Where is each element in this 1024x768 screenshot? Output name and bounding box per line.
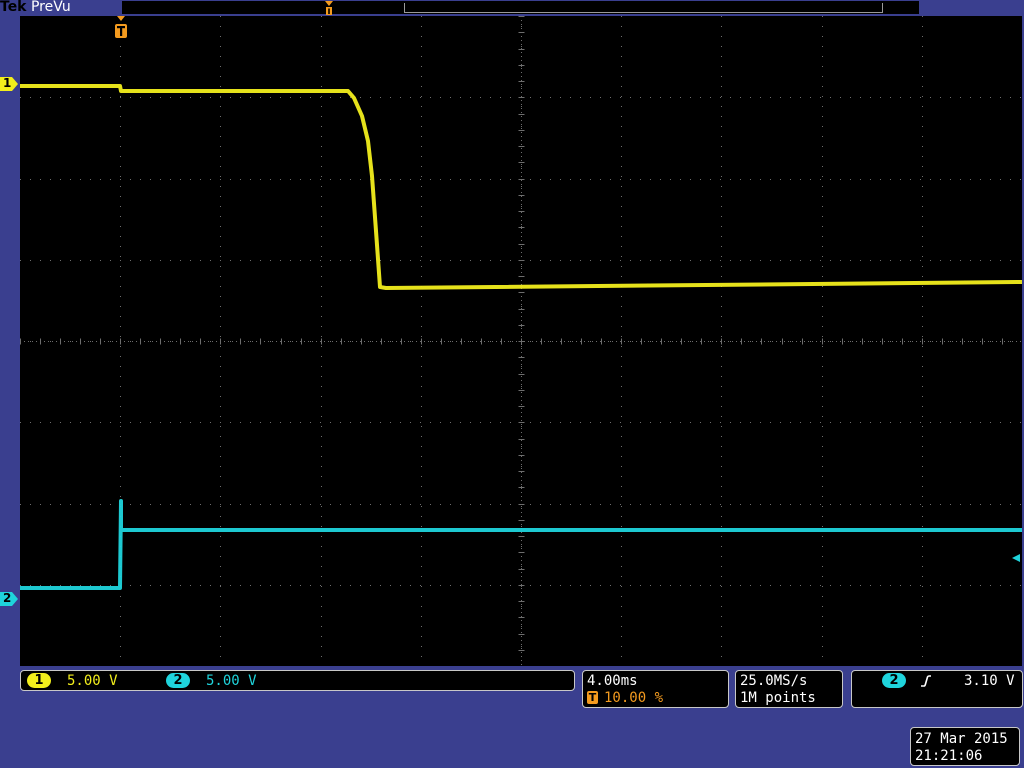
acquisition-mode: PreVu — [27, 0, 71, 15]
rising-edge-icon — [921, 675, 931, 687]
ch2-scale: 5.00 V — [206, 673, 257, 689]
brand-name: Tek — [0, 0, 27, 15]
sample-rate: 25.0MS/s — [740, 673, 808, 689]
record-view-bar[interactable] — [122, 1, 919, 14]
brand-label: Tek PreVu — [0, 0, 71, 15]
ch2-marker[interactable]: 2 — [0, 591, 18, 606]
record-trigger-icon — [325, 1, 333, 15]
channel-scale-panel[interactable]: 1 5.00 V 2 5.00 V — [20, 670, 575, 691]
ch2-marker-label: 2 — [3, 591, 12, 605]
date-label: 27 Mar 2015 — [915, 731, 1008, 747]
trigger-panel[interactable]: 2 3.10 V — [851, 670, 1023, 708]
oscilloscope-screen: Tek PreVu 1 2 1 5.00 V 2 5.00 V 4.00ms T… — [0, 0, 1024, 768]
time-label: 21:21:06 — [915, 748, 983, 764]
trigger-position-badge: T — [587, 691, 598, 704]
trigger-level-value: 3.10 V — [964, 673, 1015, 689]
trigger-source-badge: 2 — [882, 673, 906, 688]
ch2-waveform — [20, 499, 1022, 590]
ch1-badge: 1 — [27, 673, 51, 688]
waveform-graticule[interactable] — [20, 16, 1022, 666]
waveform-display — [20, 84, 1022, 590]
trigger-level-icon[interactable] — [1010, 552, 1022, 564]
timebase-panel[interactable]: 4.00ms T 10.00 % — [582, 670, 729, 708]
timebase-scale: 4.00ms — [587, 673, 638, 689]
acquisition-panel[interactable]: 25.0MS/s 1M points — [735, 670, 843, 708]
ch1-marker[interactable]: 1 — [0, 76, 18, 91]
ch1-marker-label: 1 — [3, 76, 12, 90]
ch2-badge: 2 — [166, 673, 190, 688]
trigger-position-value: 10.00 % — [604, 690, 664, 706]
record-length: 1M points — [740, 690, 816, 706]
trigger-position-icon[interactable] — [113, 16, 129, 40]
ch1-waveform — [20, 84, 1022, 290]
datetime-panel: 27 Mar 2015 21:21:06 — [910, 727, 1020, 766]
ch1-scale: 5.00 V — [67, 673, 118, 689]
top-bar: Tek PreVu — [0, 0, 1024, 16]
record-view-window[interactable] — [404, 3, 883, 13]
acquisition-mode-label: PreVu — [30, 0, 71, 15]
